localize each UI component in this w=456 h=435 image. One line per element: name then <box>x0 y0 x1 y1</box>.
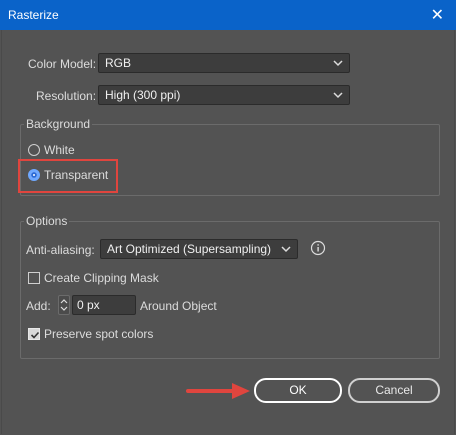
create-clipping-mask-checkbox[interactable] <box>28 272 40 284</box>
preserve-spot-colors-checkbox[interactable] <box>28 328 40 340</box>
anti-aliasing-value: Art Optimized (Supersampling) <box>107 242 272 256</box>
radio-transparent[interactable] <box>28 169 40 181</box>
info-icon[interactable] <box>310 240 326 256</box>
resolution-select[interactable]: High (300 ppi) <box>98 85 350 105</box>
rasterize-dialog: Rasterize ✕ Color Model: RGB Resolution:… <box>0 0 456 435</box>
stepper-arrows-icon <box>60 299 68 311</box>
dialog-title: Rasterize <box>8 8 59 22</box>
around-object-label: Around Object <box>140 299 217 313</box>
anti-aliasing-label: Anti-aliasing: <box>26 243 95 257</box>
close-icon[interactable]: ✕ <box>431 5 444 25</box>
anti-aliasing-select[interactable]: Art Optimized (Supersampling) <box>100 239 298 259</box>
color-model-select[interactable]: RGB <box>98 53 350 73</box>
radio-transparent-label: Transparent <box>44 168 109 182</box>
add-stepper[interactable] <box>58 295 70 315</box>
resolution-label: Resolution: <box>36 89 97 103</box>
options-group-title: Options <box>24 214 70 228</box>
radio-white-label: White <box>44 143 75 157</box>
annotation-arrow-icon <box>186 383 250 399</box>
create-clipping-mask-label: Create Clipping Mask <box>44 271 159 285</box>
add-input[interactable]: 0 px <box>72 295 136 315</box>
chevron-down-icon <box>333 60 343 67</box>
color-model-label: Color Model: <box>28 57 97 71</box>
add-label: Add: <box>26 299 51 313</box>
ok-button[interactable]: OK <box>254 378 342 403</box>
color-model-value: RGB <box>105 56 132 70</box>
radio-white[interactable] <box>28 144 40 156</box>
background-group-title: Background <box>24 117 93 131</box>
title-bar: Rasterize ✕ <box>0 0 456 30</box>
chevron-down-icon <box>281 246 291 253</box>
cancel-button[interactable]: Cancel <box>348 378 440 403</box>
checkmark-icon <box>30 331 40 339</box>
chevron-down-icon <box>333 92 343 99</box>
resolution-value: High (300 ppi) <box>105 88 181 102</box>
preserve-spot-colors-label: Preserve spot colors <box>44 327 154 341</box>
